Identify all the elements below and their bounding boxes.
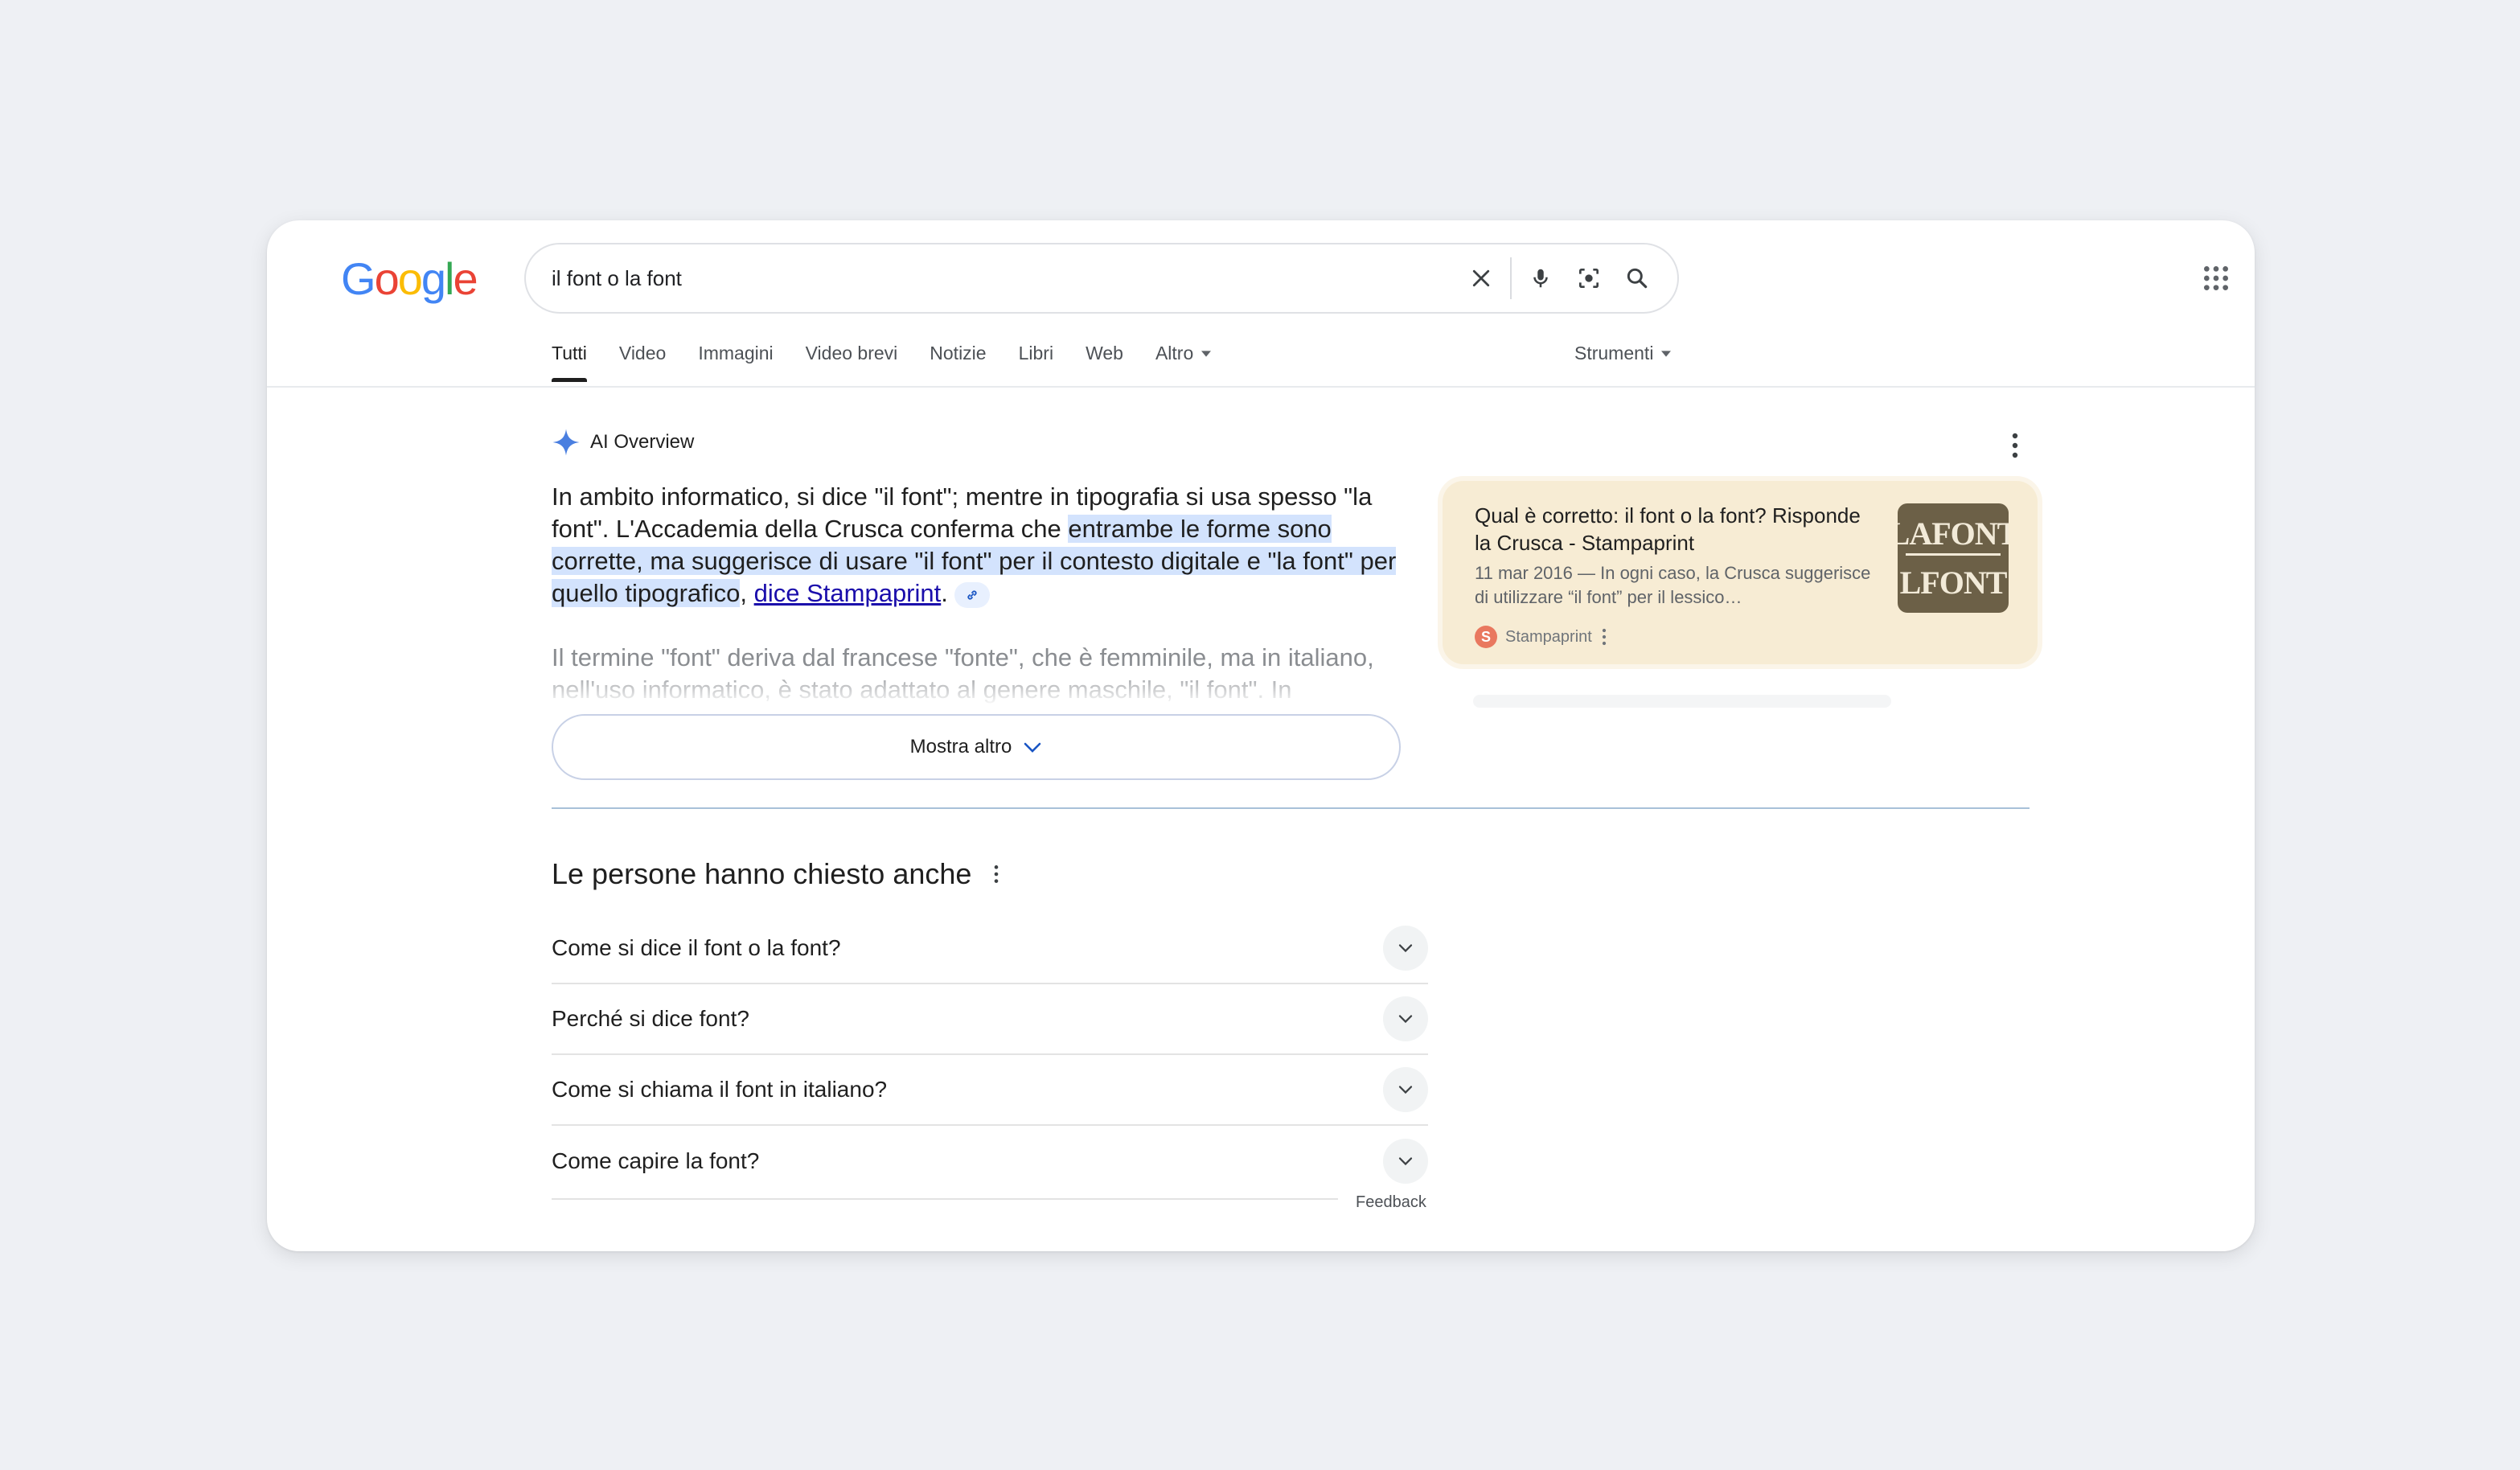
ai-text-end: . (941, 579, 948, 607)
caret-down-icon (1661, 350, 1672, 357)
chevron-down-icon[interactable] (1383, 1067, 1428, 1112)
paa-question-text: Come capire la font? (552, 1148, 760, 1173)
logo-letter: G (341, 253, 376, 304)
chevron-down-icon[interactable] (1383, 1139, 1428, 1184)
chevron-down-icon[interactable] (1383, 926, 1428, 971)
camera-search-icon[interactable] (1565, 254, 1613, 302)
search-tabs: Tutti Video Immagini Video brevi Notizie… (552, 343, 1212, 382)
ai-overview-header: AI Overview (552, 428, 694, 457)
source-thumbnail[interactable]: LAFONT LFONT (1898, 503, 2009, 613)
tools-label: Strumenti (1574, 343, 1654, 363)
search-input[interactable]: il font o la font (526, 266, 1457, 291)
paa-question-text: Perché si dice font? (552, 1006, 749, 1031)
thumbnail-text-bottom: LFONT (1899, 564, 2008, 601)
show-more-button[interactable]: Mostra altro (552, 714, 1401, 780)
paa-question[interactable]: Perché si dice font? (552, 984, 1428, 1055)
ai-overview-text: In ambito informatico, si dice "il font"… (552, 481, 1406, 610)
source-card-snippet: 11 mar 2016 — In ogni caso, la Crusca su… (1475, 563, 1871, 607)
more-options-icon[interactable] (2005, 431, 2025, 460)
source-card-footer: S Stampaprint (1475, 626, 1608, 648)
search-icon[interactable] (1613, 254, 1661, 302)
tab-immagini[interactable]: Immagini (698, 343, 773, 382)
more-options-icon[interactable] (992, 864, 1000, 885)
header-divider (267, 386, 2255, 388)
logo-letter: o (374, 253, 400, 304)
ai-text-sep: , (740, 579, 754, 607)
tab-video[interactable]: Video (619, 343, 666, 382)
caret-down-icon (1201, 350, 1212, 357)
tools-button[interactable]: Strumenti (1574, 343, 1672, 364)
logo-letter: e (453, 253, 478, 304)
paa-question-text: Come si dice il font o la font? (552, 935, 841, 960)
logo-letter: l (445, 253, 455, 304)
search-box[interactable]: il font o la font (524, 243, 1679, 314)
thumbnail-text-top: LAFONT (1898, 515, 2009, 552)
faded-next-card (1473, 695, 1891, 708)
feedback-divider (552, 1198, 1338, 1200)
paa-question-text: Come si chiama il font in italiano? (552, 1077, 888, 1102)
ai-overview-more-text: Il termine "font" deriva dal francese "f… (552, 643, 1374, 704)
google-logo[interactable]: Google (341, 253, 478, 305)
chevron-down-icon (1024, 742, 1041, 753)
microphone-icon[interactable] (1517, 254, 1565, 302)
source-card[interactable]: Qual è corretto: il font o la font? Risp… (1443, 481, 2038, 664)
ai-overview-divider (552, 807, 2030, 809)
site-name: Stampaprint (1505, 627, 1592, 646)
chevron-down-icon[interactable] (1383, 996, 1428, 1041)
tab-notizie[interactable]: Notizie (930, 343, 986, 382)
tab-web[interactable]: Web (1086, 343, 1123, 382)
logo-letter: o (397, 253, 423, 304)
paa-heading: Le persone hanno chiesto anche (552, 857, 1000, 891)
tab-altro[interactable]: Altro (1155, 343, 1212, 382)
ai-overview-title: AI Overview (590, 431, 695, 453)
close-icon[interactable] (1457, 254, 1505, 302)
link-icon (967, 590, 977, 600)
tab-video-brevi[interactable]: Video brevi (806, 343, 898, 382)
paa-question[interactable]: Come si dice il font o la font? (552, 914, 1428, 984)
logo-letter: g (421, 253, 446, 304)
site-favicon: S (1475, 626, 1497, 648)
source-card-title[interactable]: Qual è corretto: il font o la font? Risp… (1475, 502, 1877, 556)
tab-tutti[interactable]: Tutti (552, 343, 587, 382)
feedback-link[interactable]: Feedback (1356, 1193, 1426, 1212)
paa-title: Le persone hanno chiesto anche (552, 857, 972, 890)
paa-question[interactable]: Come si chiama il font in italiano? (552, 1055, 1428, 1126)
sparkle-icon (552, 429, 580, 456)
link-chip-button[interactable] (954, 581, 990, 608)
source-link[interactable]: dice Stampaprint (754, 579, 942, 607)
apps-grid-icon[interactable] (2200, 262, 2232, 294)
paa-list: Come si dice il font o la font? Perché s… (552, 914, 1428, 1197)
more-options-icon[interactable] (1600, 627, 1608, 647)
paa-question[interactable]: Come capire la font? (552, 1126, 1428, 1197)
search-results-window: Google il font o la font Tutti Video Imm… (267, 220, 2255, 1251)
show-more-label: Mostra altro (909, 736, 1012, 758)
tab-altro-label: Altro (1155, 343, 1194, 363)
tab-libri[interactable]: Libri (1019, 343, 1053, 382)
search-divider (1510, 257, 1512, 299)
thumbnail-rule (1906, 552, 2001, 556)
